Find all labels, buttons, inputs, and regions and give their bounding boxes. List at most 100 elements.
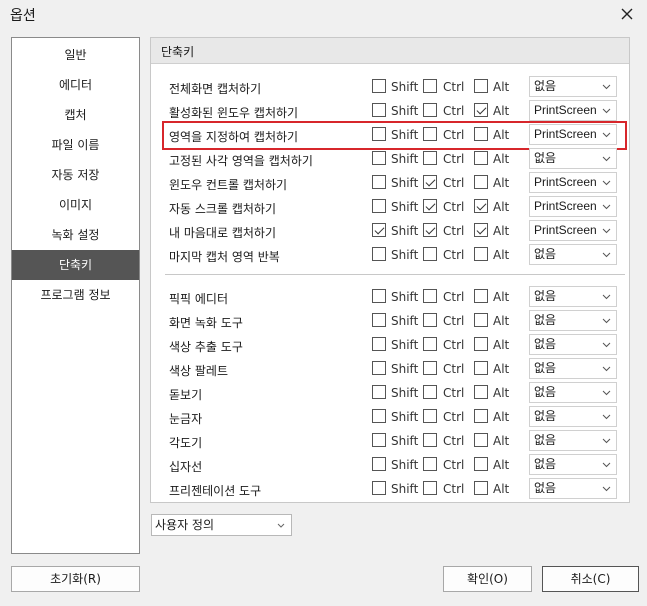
shortcut-label: 내 마음대로 캡처하기 — [169, 226, 276, 240]
key-select[interactable]: 없음 — [529, 76, 617, 97]
sidebar-item[interactable]: 단축키 — [12, 250, 139, 280]
alt-checkbox[interactable] — [474, 409, 488, 423]
ctrl-checkbox[interactable] — [423, 361, 437, 375]
shift-checkbox[interactable] — [372, 361, 386, 375]
ctrl-checkbox[interactable] — [423, 433, 437, 447]
sidebar-item[interactable]: 자동 저장 — [12, 160, 139, 190]
shortcut-row: 색상 추출 도구 Shift Ctrl Alt 없음 — [151, 334, 629, 358]
alt-checkbox[interactable] — [474, 457, 488, 471]
ctrl-checkbox[interactable] — [423, 127, 437, 141]
shift-checkbox[interactable] — [372, 457, 386, 471]
alt-checkbox[interactable] — [474, 103, 488, 117]
key-select[interactable]: PrintScreen — [529, 220, 617, 241]
ctrl-checkbox[interactable] — [423, 103, 437, 117]
ctrl-checkbox[interactable] — [423, 223, 437, 237]
shift-checkbox[interactable] — [372, 199, 386, 213]
shift-checkbox[interactable] — [372, 223, 386, 237]
ctrl-checkbox[interactable] — [423, 457, 437, 471]
chevron-down-icon — [602, 252, 611, 258]
key-select[interactable]: 없음 — [529, 430, 617, 451]
ctrl-label: Ctrl — [443, 458, 465, 472]
alt-checkbox[interactable] — [474, 79, 488, 93]
alt-checkbox[interactable] — [474, 361, 488, 375]
ctrl-checkbox[interactable] — [423, 175, 437, 189]
key-select-value: 없음 — [534, 481, 557, 495]
shift-label: Shift — [391, 362, 419, 376]
ctrl-checkbox[interactable] — [423, 409, 437, 423]
close-button[interactable] — [612, 2, 642, 26]
shift-checkbox[interactable] — [372, 247, 386, 261]
preset-select[interactable]: 사용자 정의 — [151, 514, 292, 536]
reset-button[interactable]: 초기화(R) — [11, 566, 140, 592]
ctrl-checkbox[interactable] — [423, 79, 437, 93]
shift-checkbox[interactable] — [372, 289, 386, 303]
key-select[interactable]: PrintScreen — [529, 124, 617, 145]
ctrl-checkbox[interactable] — [423, 337, 437, 351]
sidebar-item[interactable]: 캡처 — [12, 100, 139, 130]
sidebar-item[interactable]: 녹화 설정 — [12, 220, 139, 250]
sidebar-item[interactable]: 파일 이름 — [12, 130, 139, 160]
alt-checkbox[interactable] — [474, 151, 488, 165]
shift-checkbox[interactable] — [372, 385, 386, 399]
ctrl-checkbox[interactable] — [423, 151, 437, 165]
ok-button[interactable]: 확인(O) — [443, 566, 532, 592]
key-select[interactable]: 없음 — [529, 454, 617, 475]
ctrl-label: Ctrl — [443, 386, 465, 400]
shortcut-row: 각도기 Shift Ctrl Alt 없음 — [151, 430, 629, 454]
shift-label: Shift — [391, 314, 419, 328]
chevron-down-icon — [602, 204, 611, 210]
shift-checkbox[interactable] — [372, 313, 386, 327]
shift-checkbox[interactable] — [372, 127, 386, 141]
shift-checkbox[interactable] — [372, 433, 386, 447]
ctrl-label: Ctrl — [443, 410, 465, 424]
shortcut-row: 내 마음대로 캡처하기 Shift Ctrl Alt PrintScreen — [151, 220, 629, 244]
key-select[interactable]: 없음 — [529, 478, 617, 499]
shift-checkbox[interactable] — [372, 337, 386, 351]
alt-checkbox[interactable] — [474, 289, 488, 303]
shift-checkbox[interactable] — [372, 175, 386, 189]
alt-checkbox[interactable] — [474, 433, 488, 447]
key-select[interactable]: 없음 — [529, 286, 617, 307]
key-select[interactable]: PrintScreen — [529, 172, 617, 193]
sidebar-item[interactable]: 에디터 — [12, 70, 139, 100]
shift-checkbox[interactable] — [372, 481, 386, 495]
key-select[interactable]: 없음 — [529, 244, 617, 265]
alt-checkbox[interactable] — [474, 175, 488, 189]
ctrl-checkbox[interactable] — [423, 247, 437, 261]
key-select[interactable]: PrintScreen — [529, 196, 617, 217]
shift-checkbox[interactable] — [372, 103, 386, 117]
key-select[interactable]: 없음 — [529, 406, 617, 427]
cancel-button[interactable]: 취소(C) — [542, 566, 639, 592]
key-select[interactable]: PrintScreen — [529, 100, 617, 121]
alt-checkbox[interactable] — [474, 199, 488, 213]
ctrl-checkbox[interactable] — [423, 313, 437, 327]
alt-checkbox[interactable] — [474, 127, 488, 141]
alt-checkbox[interactable] — [474, 385, 488, 399]
key-select-value: 없음 — [534, 433, 557, 447]
alt-checkbox[interactable] — [474, 247, 488, 261]
key-select[interactable]: 없음 — [529, 382, 617, 403]
alt-label: Alt — [493, 104, 510, 118]
key-select[interactable]: 없음 — [529, 358, 617, 379]
shift-checkbox[interactable] — [372, 79, 386, 93]
ctrl-checkbox[interactable] — [423, 481, 437, 495]
sidebar-item[interactable]: 일반 — [12, 40, 139, 70]
shift-checkbox[interactable] — [372, 409, 386, 423]
alt-checkbox[interactable] — [474, 481, 488, 495]
key-select[interactable]: 없음 — [529, 310, 617, 331]
key-select[interactable]: 없음 — [529, 148, 617, 169]
shift-checkbox[interactable] — [372, 151, 386, 165]
key-select-value: 없음 — [534, 361, 557, 375]
key-select[interactable]: 없음 — [529, 334, 617, 355]
ctrl-checkbox[interactable] — [423, 199, 437, 213]
key-select-value: 없음 — [534, 409, 557, 423]
sidebar-item[interactable]: 이미지 — [12, 190, 139, 220]
panel-header: 단축키 — [151, 38, 629, 64]
alt-checkbox[interactable] — [474, 337, 488, 351]
ctrl-checkbox[interactable] — [423, 289, 437, 303]
chevron-down-icon — [602, 108, 611, 114]
alt-checkbox[interactable] — [474, 223, 488, 237]
sidebar-item[interactable]: 프로그램 정보 — [12, 280, 139, 310]
alt-checkbox[interactable] — [474, 313, 488, 327]
ctrl-checkbox[interactable] — [423, 385, 437, 399]
